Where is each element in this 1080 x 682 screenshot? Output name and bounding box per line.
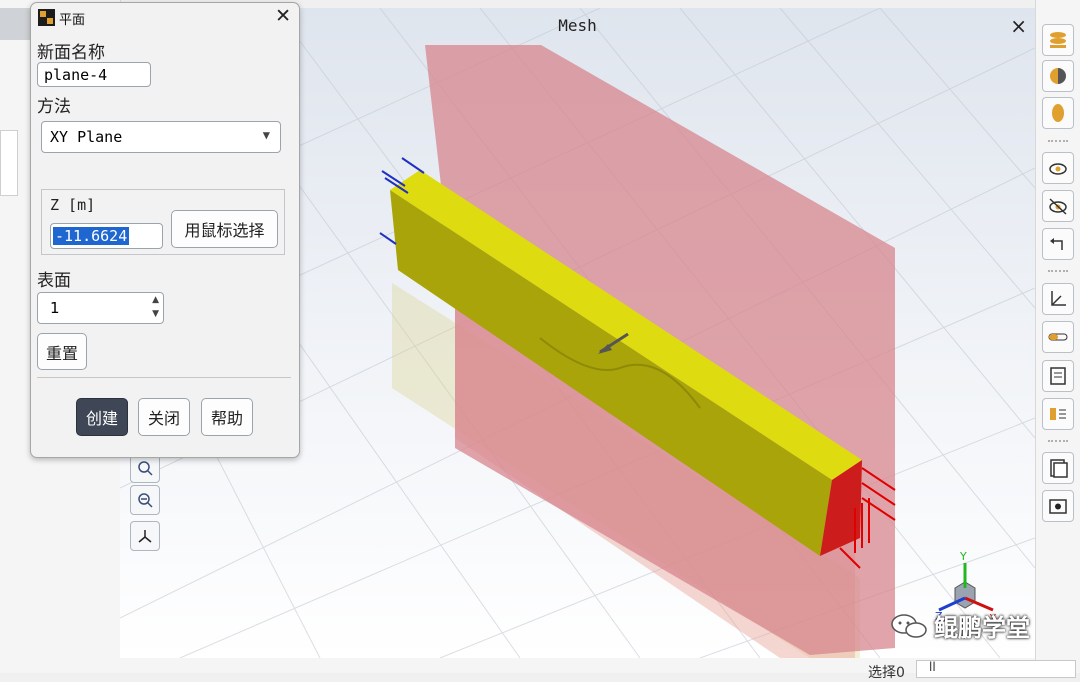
selection-label: 选择0: [868, 665, 905, 681]
close-icon: ✕: [275, 5, 291, 27]
split-view-icon: [1050, 408, 1066, 420]
reset-button[interactable]: 重置: [37, 333, 87, 370]
axis-triad-button[interactable]: [130, 521, 160, 551]
method-select[interactable]: XY Plane ▼: [41, 121, 281, 153]
layout-button[interactable]: [1042, 452, 1074, 484]
z-group-box: Z [m] -11.6624 用鼠标选择: [41, 189, 285, 255]
plane-view-icon: [1050, 32, 1066, 48]
app-icon: [38, 9, 55, 26]
ellipsoid-icon: [1052, 104, 1064, 122]
surface-stepper[interactable]: 1 ▲ ▼: [37, 292, 164, 324]
right-toolbar: [1035, 0, 1080, 673]
document-icon: [1050, 367, 1066, 385]
divider: [37, 377, 291, 378]
eye-icon: [1049, 163, 1067, 175]
viewport-close-button[interactable]: ×: [1010, 14, 1027, 38]
dialog-close-button[interactable]: ✕: [275, 5, 291, 27]
slider-icon: [1048, 333, 1068, 341]
z-field[interactable]: -11.6624: [50, 223, 163, 249]
name-value: plane-4: [44, 65, 108, 84]
surface-label: 表面: [37, 271, 71, 291]
left-panel-box: [0, 130, 18, 196]
split-view-button[interactable]: [1042, 398, 1074, 430]
ellipsoid-button[interactable]: [1042, 97, 1074, 129]
zoom-in-icon: [138, 461, 153, 476]
half-sphere-button[interactable]: [1042, 60, 1074, 92]
selection-value: ll: [929, 660, 936, 674]
method-value: XY Plane: [50, 128, 123, 146]
watermark-text: 鲲鹏学堂: [934, 614, 1030, 642]
half-sphere-icon: [1050, 68, 1066, 84]
axes-button[interactable]: [1042, 283, 1074, 315]
plane-dialog: 平面 ✕ 新面名称 plane-4 方法 XY Plane ▼ Z [m] -1…: [30, 2, 300, 458]
stepper-down-icon[interactable]: ▼: [152, 309, 159, 319]
selection-dropdown[interactable]: ll: [916, 660, 1076, 678]
watermark: 鲲鹏学堂: [890, 608, 1030, 643]
axis-triad-icon: [138, 530, 152, 543]
eye-hidden-icon: [1049, 198, 1067, 215]
hide-button[interactable]: [1042, 190, 1074, 222]
undo-rotate-button[interactable]: [1042, 228, 1074, 260]
axis-y-label: Y: [959, 550, 967, 563]
camera-button[interactable]: [1042, 490, 1074, 522]
camera-icon: [1049, 499, 1067, 514]
zoom-out-icon: [138, 493, 153, 508]
document-button[interactable]: [1042, 360, 1074, 392]
axes-icon: [1051, 291, 1066, 306]
mouse-select-button[interactable]: 用鼠标选择: [171, 210, 278, 248]
method-label: 方法: [37, 97, 71, 117]
create-button[interactable]: 创建: [76, 398, 128, 436]
zoom-out-button[interactable]: [130, 485, 160, 515]
stepper-up-icon[interactable]: ▲: [152, 295, 159, 305]
plane-view-button[interactable]: [1042, 24, 1074, 56]
layout-icon: [1050, 459, 1068, 478]
surface-value: 1: [50, 299, 60, 317]
dialog-title: 平面: [59, 13, 86, 28]
name-label: 新面名称: [37, 43, 105, 63]
z-label: Z [m]: [50, 196, 96, 214]
wechat-icon: [891, 613, 927, 638]
help-button[interactable]: 帮助: [201, 398, 253, 436]
close-button[interactable]: 关闭: [138, 398, 190, 436]
z-value: -11.6624: [53, 227, 130, 245]
name-field[interactable]: plane-4: [37, 62, 151, 87]
undo-rotate-icon: [1050, 238, 1063, 250]
slider-button[interactable]: [1042, 321, 1074, 353]
chevron-down-icon: ▼: [262, 128, 270, 142]
show-button[interactable]: [1042, 152, 1074, 184]
